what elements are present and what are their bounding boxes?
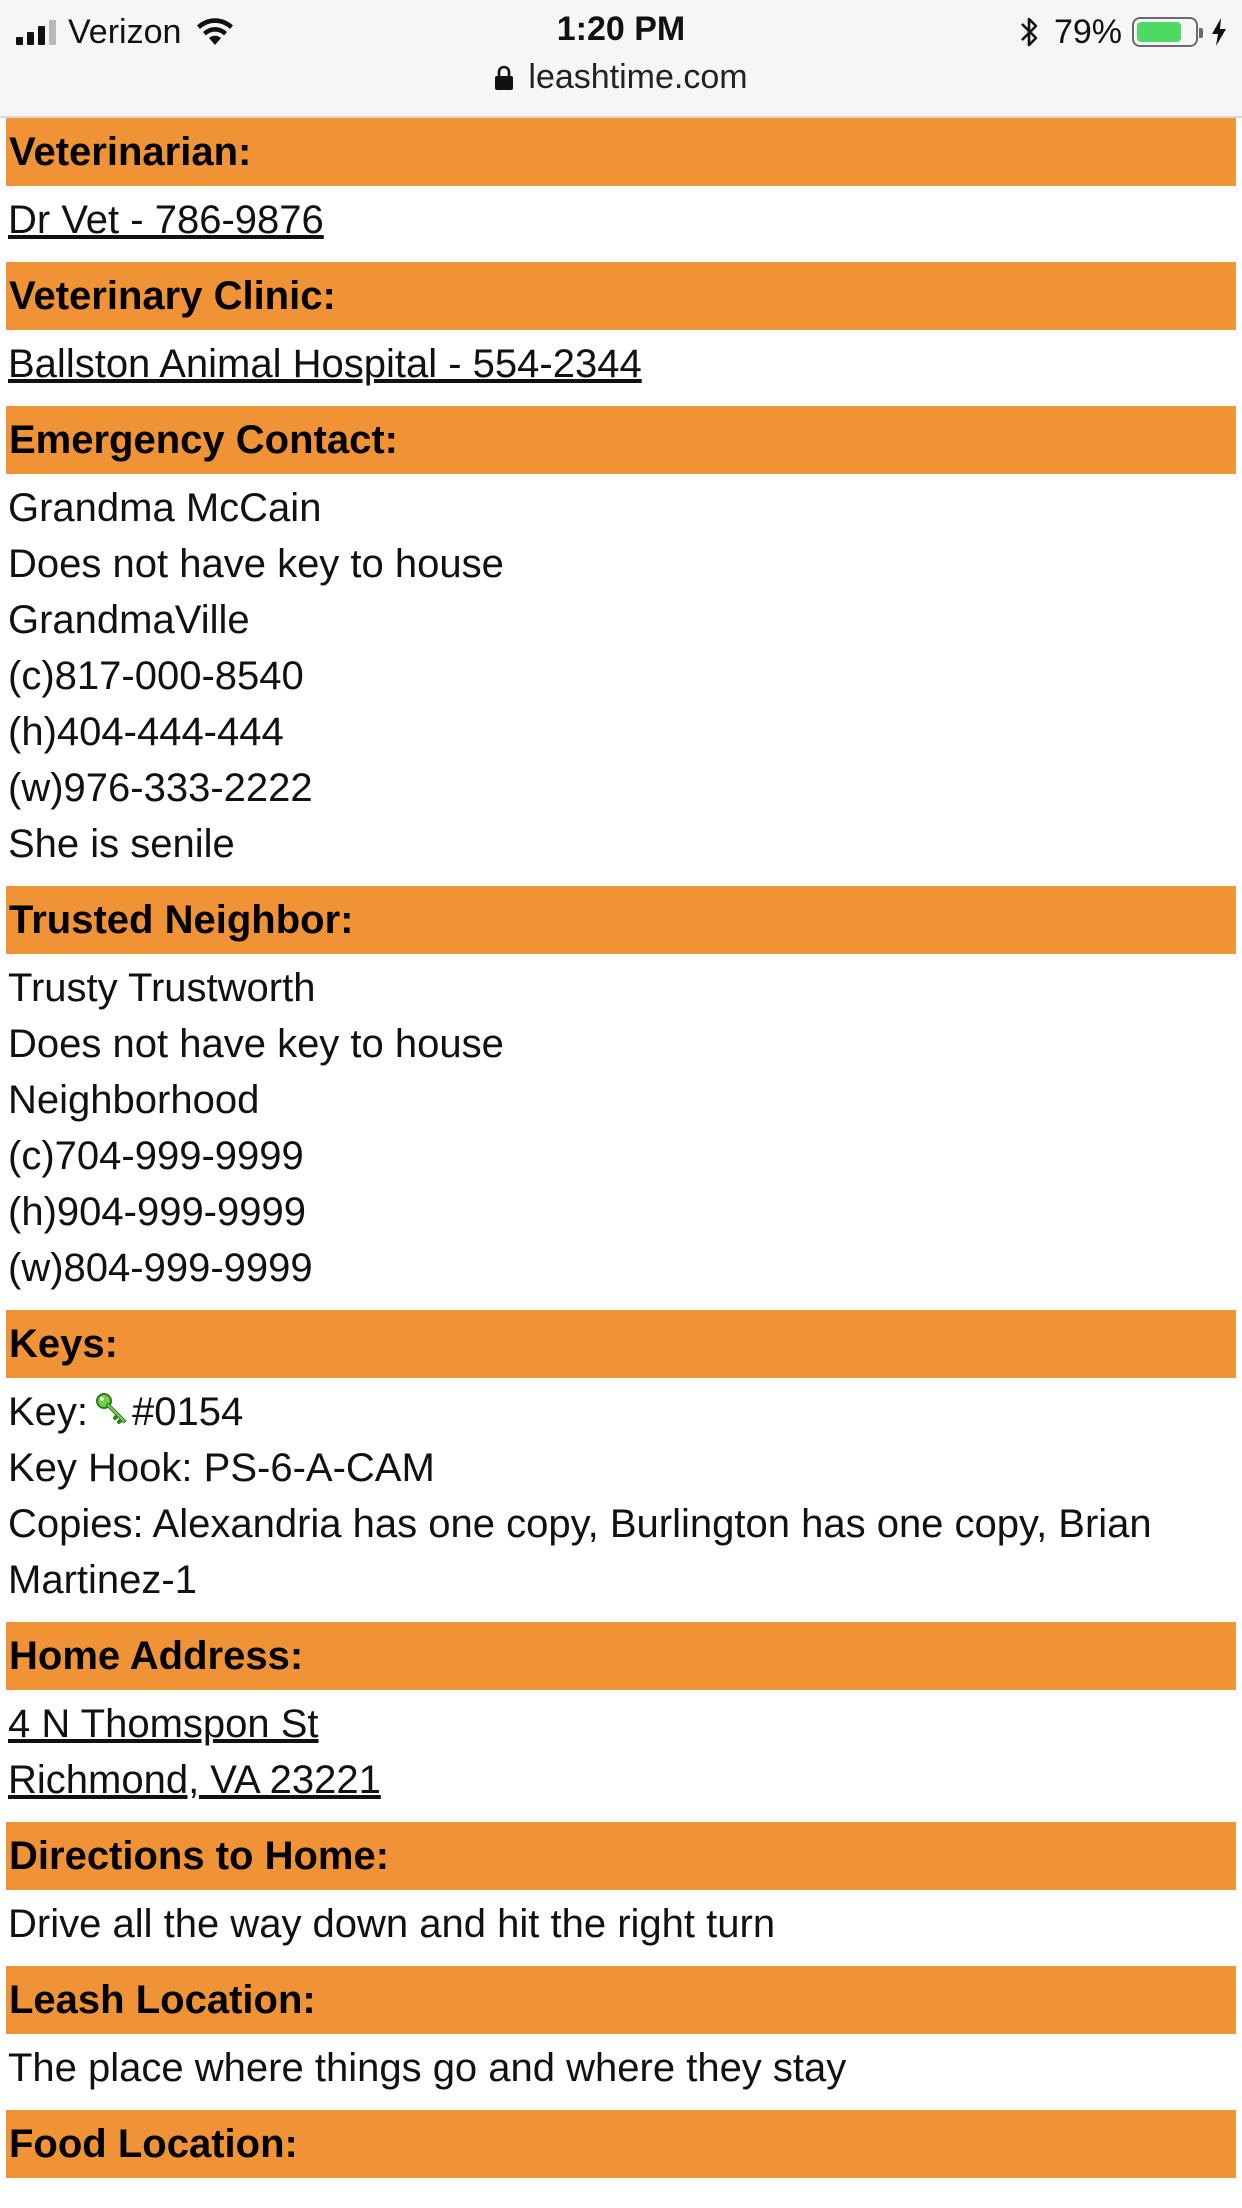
veterinarian-header: Veterinarian: bbox=[6, 118, 1236, 186]
neighbor-key-status: Does not have key to house bbox=[8, 1022, 504, 1066]
neighbor-cell: (c)704-999-9999 bbox=[8, 1134, 304, 1178]
battery-icon bbox=[1132, 17, 1203, 47]
battery-level bbox=[1137, 22, 1182, 42]
key-hook: Key Hook: PS-6-A-CAM bbox=[8, 1446, 435, 1490]
neighbor-location: Neighborhood bbox=[8, 1078, 260, 1122]
emergency-contact-location: GrandmaVille bbox=[8, 598, 250, 642]
url-bar[interactable]: leashtime.com bbox=[0, 58, 1242, 97]
key-icon bbox=[96, 1393, 127, 1424]
home-address-body: 4 N Thomspon St Richmond, VA 23221 bbox=[0, 1690, 1242, 1822]
lock-icon bbox=[495, 65, 514, 90]
bluetooth-icon bbox=[1021, 17, 1038, 47]
neighbor-work: (w)804-999-9999 bbox=[8, 1246, 313, 1290]
emergency-contact-key-status: Does not have key to house bbox=[8, 542, 504, 586]
emergency-contact-header: Emergency Contact: bbox=[6, 406, 1236, 474]
home-address-city-link[interactable]: Richmond, VA 23221 bbox=[8, 1758, 381, 1802]
food-location-header: Food Location: bbox=[6, 2110, 1236, 2178]
directions-text: Drive all the way down and hit the right… bbox=[8, 1902, 776, 1946]
leash-location-body: The place where things go and where they… bbox=[0, 2034, 1242, 2110]
clinic-body: Ballston Animal Hospital - 554-2344 bbox=[0, 330, 1242, 406]
leash-location-text: The place where things go and where they… bbox=[8, 2046, 847, 2090]
emergency-contact-work: (w)976-333-2222 bbox=[8, 766, 313, 810]
status-bar: Verizon 1:20 PM 79% leashtime.com bbox=[0, 0, 1242, 118]
home-address-street-link[interactable]: 4 N Thomspon St bbox=[8, 1702, 319, 1746]
status-right: 79% bbox=[1018, 12, 1228, 52]
veterinarian-link[interactable]: Dr Vet - 786-9876 bbox=[8, 198, 324, 242]
key-number: #0154 bbox=[132, 1390, 244, 1434]
trusted-neighbor-header: Trusted Neighbor: bbox=[6, 886, 1236, 954]
neighbor-home: (h)904-999-9999 bbox=[8, 1190, 306, 1234]
neighbor-name: Trusty Trustworth bbox=[8, 966, 316, 1010]
battery-percent: 79% bbox=[1053, 12, 1122, 51]
veterinarian-body: Dr Vet - 786-9876 bbox=[0, 186, 1242, 262]
trusted-neighbor-body: Trusty Trustworth Does not have key to h… bbox=[0, 954, 1242, 1310]
charging-icon bbox=[1212, 18, 1226, 46]
keys-body: Key: #0154 Key Hook: PS-6-A-CAM Copies: … bbox=[0, 1378, 1242, 1622]
url-text[interactable]: leashtime.com bbox=[528, 58, 747, 97]
keys-header: Keys: bbox=[6, 1310, 1236, 1378]
client-info-content: Veterinarian: Dr Vet - 786-9876 Veterina… bbox=[0, 118, 1242, 2178]
leash-location-header: Leash Location: bbox=[6, 1966, 1236, 2034]
emergency-contact-note: She is senile bbox=[8, 822, 235, 866]
emergency-contact-cell: (c)817-000-8540 bbox=[8, 654, 304, 698]
emergency-contact-body: Grandma McCain Does not have key to hous… bbox=[0, 474, 1242, 886]
key-line: Key: #0154 bbox=[8, 1384, 1242, 1440]
key-label: Key: bbox=[8, 1390, 89, 1434]
emergency-contact-home: (h)404-444-444 bbox=[8, 710, 284, 754]
directions-header: Directions to Home: bbox=[6, 1822, 1236, 1890]
clinic-header: Veterinary Clinic: bbox=[6, 262, 1236, 330]
directions-body: Drive all the way down and hit the right… bbox=[0, 1890, 1242, 1966]
home-address-header: Home Address: bbox=[6, 1622, 1236, 1690]
emergency-contact-name: Grandma McCain bbox=[8, 486, 322, 530]
clinic-link[interactable]: Ballston Animal Hospital - 554-2344 bbox=[8, 342, 642, 386]
key-copies: Copies: Alexandria has one copy, Burling… bbox=[8, 1502, 1152, 1602]
